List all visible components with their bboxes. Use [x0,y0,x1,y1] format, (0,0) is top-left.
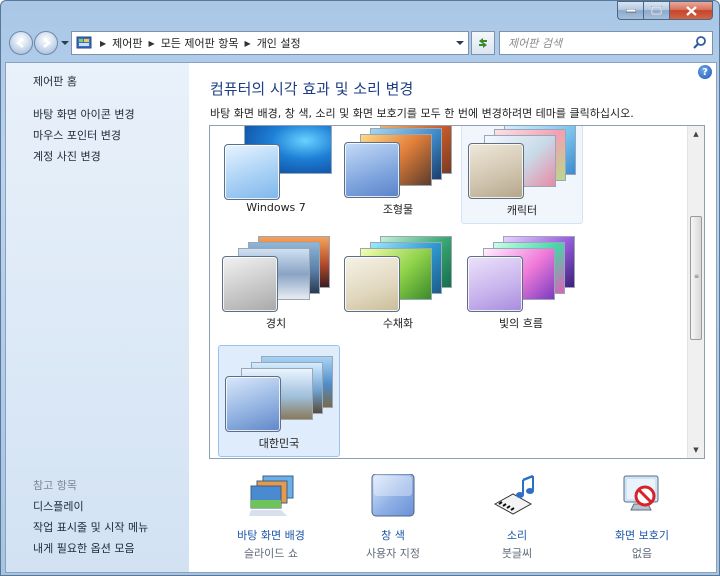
setting-value: 붓글씨 [501,547,533,560]
content-area: 제어판 홈 바탕 화면 아이콘 변경 마우스 포인터 변경 계정 사진 변경 참… [5,62,717,573]
theme-preview [344,232,452,312]
theme-glass-swatch [344,256,400,312]
theme-glass-swatch [468,143,524,199]
theme-name: 캐릭터 [506,204,538,217]
theme-name: 빛의 흐름 [499,317,543,330]
recent-pages-dropdown[interactable] [61,39,69,47]
theme-preview [467,232,575,312]
sidebar-task-desktop-icons[interactable]: 바탕 화면 아이콘 변경 [33,106,135,122]
theme-preview [468,126,576,199]
theme-preview [225,352,333,432]
sidebar-task-mouse-pointer[interactable]: 마우스 포인터 변경 [33,127,121,143]
search-input[interactable]: 제어판 검색 [500,35,692,51]
see-also-taskbar[interactable]: 작업 표시줄 및 시작 메뉴 [33,519,148,535]
desktop-background-setting[interactable]: 바탕 화면 배경 슬라이드 쇼 [211,468,331,560]
close-button[interactable] [669,1,713,20]
theme-name: 대한민국 [258,437,300,450]
back-button[interactable] [9,31,33,55]
minimize-icon [625,8,636,12]
theme-item-selected[interactable]: 대한민국 [218,345,340,457]
window-color-setting[interactable]: 창 색 사용자 지정 [333,468,453,560]
theme-item[interactable]: 캐릭터 [461,126,583,224]
theme-name: 조형물 [382,203,414,216]
sounds-icon [493,474,534,515]
theme-glass-swatch [467,256,523,312]
desktop-background-icon [249,475,294,516]
setting-value: 슬라이드 쇼 [243,547,299,560]
theme-item[interactable]: 수채화 [338,226,460,338]
setting-value: 없음 [631,547,653,560]
theme-glass-swatch [222,256,278,312]
maximize-icon [651,6,662,15]
breadcrumb-item[interactable]: 제어판 [112,35,142,51]
theme-preview [222,126,332,200]
theme-item[interactable]: 빛의 흐름 [461,226,583,338]
theme-name: 수채화 [382,317,414,330]
close-icon [685,5,697,16]
see-also-ease-of-access[interactable]: 내게 필요한 옵션 모음 [33,540,135,556]
address-dropdown-icon[interactable] [456,40,464,46]
theme-preview [344,126,452,198]
window-color-icon [371,474,415,517]
theme-list-scrollbar[interactable]: ▲ ≡ ▼ [687,126,704,458]
theme-glass-swatch [225,376,281,432]
theme-glass-swatch [344,142,400,198]
scroll-grip-icon: ≡ [694,273,700,280]
maximize-button[interactable] [643,1,669,20]
theme-preview [222,232,330,312]
theme-item[interactable]: 조형물 [338,126,460,224]
theme-list[interactable]: Windows 7 조형물 캐릭터 경치 수채화 빛의 흐름 대한민국 ▲ ≡ … [209,125,705,459]
setting-label[interactable]: 바탕 화면 배경 [211,527,331,543]
sounds-setting[interactable]: 소리 붓글씨 [457,468,577,560]
sidebar-task-account-picture[interactable]: 계정 사진 변경 [33,148,101,164]
theme-glass-swatch [224,144,280,200]
forward-icon [43,38,51,48]
scroll-down-arrow-icon[interactable]: ▼ [688,442,704,458]
theme-name: 경치 [265,317,287,330]
setting-label[interactable]: 창 색 [333,527,453,543]
see-also-display[interactable]: 디스플레이 [33,498,84,514]
setting-label[interactable]: 소리 [457,527,577,543]
setting-label[interactable]: 화면 보호기 [582,527,702,543]
scroll-thumb[interactable]: ≡ [690,216,702,340]
caption-buttons [617,1,713,20]
screensaver-icon [623,475,659,511]
help-icon[interactable]: ? [698,65,712,79]
window-frame: ▶ 제어판 ▶ 모든 제어판 항목 ▶ 개인 설정 제어판 검색 제어판 홈 바… [0,0,720,576]
address-bar[interactable]: ▶ 제어판 ▶ 모든 제어판 항목 ▶ 개인 설정 [71,31,469,55]
refresh-icon [479,38,487,48]
search-box[interactable]: 제어판 검색 [499,31,713,55]
page-title: 컴퓨터의 시각 효과 및 소리 변경 [210,80,414,98]
minimize-button[interactable] [617,1,643,20]
sidebar: 제어판 홈 바탕 화면 아이콘 변경 마우스 포인터 변경 계정 사진 변경 참… [6,63,189,572]
refresh-button[interactable] [471,31,495,55]
sidebar-home-link[interactable]: 제어판 홈 [33,73,77,89]
back-icon [16,38,24,48]
navigation-bar: ▶ 제어판 ▶ 모든 제어판 항목 ▶ 개인 설정 제어판 검색 [7,28,715,58]
screensaver-setting[interactable]: 화면 보호기 없음 [582,468,702,560]
breadcrumb-separator-icon: ▶ [100,38,107,48]
breadcrumb-item[interactable]: 모든 제어판 항목 [161,35,239,51]
breadcrumb-separator-icon[interactable]: ▶ [149,39,155,48]
breadcrumb-item[interactable]: 개인 설정 [257,35,301,51]
breadcrumb-separator-icon[interactable]: ▶ [245,39,251,48]
breadcrumb: ▶ 제어판 ▶ 모든 제어판 항목 ▶ 개인 설정 [94,35,301,51]
page-subtitle: 바탕 화면 배경, 창 색, 소리 및 화면 보호기를 모두 한 번에 변경하려… [210,107,634,120]
scroll-up-arrow-icon[interactable]: ▲ [688,126,704,142]
setting-value: 사용자 지정 [365,547,421,560]
forward-button[interactable] [34,31,58,55]
control-panel-icon [76,36,92,49]
theme-item[interactable]: 경치 [216,226,338,338]
theme-name: Windows 7 [246,201,306,214]
theme-item[interactable]: Windows 7 [216,126,338,224]
see-also-heading: 참고 항목 [33,479,77,492]
search-icon[interactable] [692,35,708,51]
